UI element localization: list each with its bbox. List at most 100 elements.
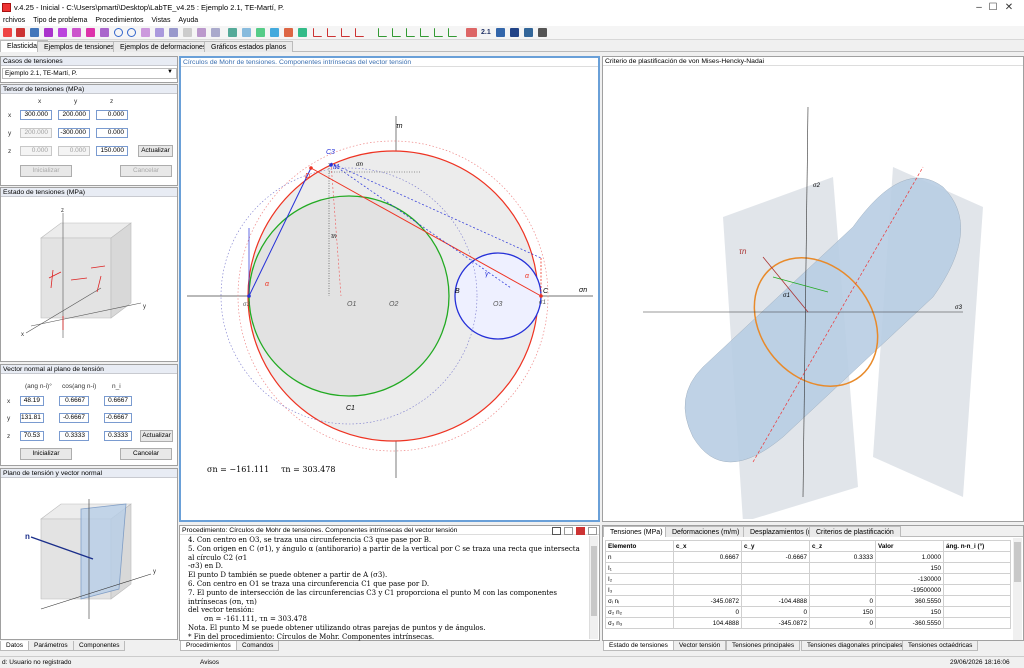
tab-deformaciones[interactable]: Deformaciones (m/m) — [665, 526, 747, 537]
stress-cube-view[interactable]: z x y — [1, 198, 177, 361]
tool-icon[interactable] — [496, 28, 505, 37]
tool-icon[interactable] — [86, 28, 95, 37]
tool-icon[interactable] — [114, 28, 123, 37]
chart-icon[interactable] — [448, 28, 457, 37]
grid-icon[interactable] — [466, 28, 477, 37]
tab-ejemplos-tensiones[interactable]: Ejemplos de tensiones — [37, 41, 122, 52]
chart-icon[interactable] — [406, 28, 415, 37]
tool-icon[interactable] — [16, 28, 25, 37]
von-mises-panel: Criterio de plastificación de von Mises-… — [602, 56, 1024, 522]
tool-icon[interactable] — [72, 28, 81, 37]
menu-tipo-problema[interactable]: Tipo de problema — [30, 16, 90, 26]
procedure-prev-icon[interactable] — [564, 527, 573, 535]
table-row[interactable]: I₂ -130000 — [605, 573, 1011, 585]
tab-tensiones[interactable]: Tensiones (MPa) — [603, 526, 670, 537]
procedure-nav-icon[interactable] — [552, 527, 561, 535]
chart-icon[interactable] — [420, 28, 429, 37]
tensor-zz-field[interactable]: 150.000 — [96, 146, 128, 156]
mohr-circles-plot[interactable]: σn τn σ3 σ1 O1 O2 O3 B C C3 C1 D M α α γ… — [181, 68, 598, 520]
plane-3d-view[interactable]: n y — [1, 479, 177, 639]
tab-comandos[interactable]: Comandos — [236, 641, 280, 651]
menu-procedimientos[interactable]: Procedimientos — [92, 16, 146, 26]
tool-icon[interactable] — [242, 28, 251, 37]
angle-x-field[interactable]: 48.19 — [20, 396, 44, 406]
chart-icon[interactable] — [378, 28, 387, 37]
chart-icon[interactable] — [313, 28, 322, 37]
table-row[interactable]: n 0.6667 -0.6667 0.3333 1.0000 — [605, 551, 1011, 563]
tool-icon[interactable] — [284, 28, 293, 37]
tab-datos[interactable]: Datos — [0, 641, 29, 651]
zoom-label[interactable]: 2.1 — [481, 29, 491, 36]
tab-criterios[interactable]: Criterios de plastificación — [809, 526, 901, 537]
n-z-field[interactable]: 0.3333 — [104, 431, 132, 441]
tool-icon[interactable] — [510, 28, 519, 37]
tab-parametros[interactable]: Parámetros — [28, 641, 74, 651]
tool-icon[interactable] — [141, 28, 150, 37]
tool-icon[interactable] — [58, 28, 67, 37]
cancel-button[interactable]: Cancelar — [120, 165, 172, 177]
angle-y-field[interactable]: 131.81 — [20, 413, 44, 423]
tool-icon[interactable] — [211, 28, 220, 37]
tool-icon[interactable] — [155, 28, 164, 37]
n-y-field[interactable]: -0.6667 — [104, 413, 132, 423]
chart-icon[interactable] — [392, 28, 401, 37]
tab-tensiones-octaedricas[interactable]: Tensiones octaédricas — [902, 641, 979, 651]
tool-icon[interactable] — [169, 28, 178, 37]
tool-icon[interactable] — [538, 28, 547, 37]
table-row[interactable]: I₃ -19500000 — [605, 584, 1011, 596]
tensor-xx-field[interactable]: 300.000 — [20, 110, 52, 120]
tab-estado-tensiones[interactable]: Estado de tensiones — [603, 641, 674, 651]
cancel-normal-button[interactable]: Cancelar — [120, 448, 172, 460]
table-row[interactable]: I₁ 150 — [605, 562, 1011, 574]
tool-icon[interactable] — [524, 28, 533, 37]
chart-icon[interactable] — [327, 28, 336, 37]
tab-graficos[interactable]: Gráficos estados planos — [204, 41, 294, 52]
tool-icon[interactable] — [298, 28, 307, 37]
angle-z-field[interactable]: 70.53 — [20, 431, 44, 441]
tensor-xz-field[interactable]: 0.000 — [96, 110, 128, 120]
table-row[interactable]: σ₃ n₃ 104.4888 -345.0872 0 -360.5550 — [605, 617, 1011, 629]
tab-tensiones-principales[interactable]: Tensiones principales — [726, 641, 801, 651]
procedure-scrollbar[interactable] — [589, 536, 598, 639]
close-icon[interactable]: ✕ — [994, 0, 1024, 16]
cases-select[interactable]: Ejemplo 2.1, TE-Martí, P. ▼ — [2, 68, 177, 79]
tensor-xy-field[interactable]: 200.000 — [58, 110, 90, 120]
tool-icon[interactable] — [44, 28, 53, 37]
tensor-yy-field[interactable]: -300.000 — [58, 128, 90, 138]
tool-icon[interactable] — [30, 28, 39, 37]
tab-vector-tension[interactable]: Vector tensión — [673, 641, 727, 651]
menu-archivos[interactable]: rchivos — [0, 16, 28, 26]
menu-vistas[interactable]: Vistas — [149, 16, 174, 26]
results-scrollbar[interactable] — [1013, 538, 1022, 640]
tool-icon[interactable] — [3, 28, 12, 37]
cos-z-field[interactable]: 0.3333 — [59, 431, 89, 441]
tool-icon[interactable] — [183, 28, 192, 37]
tab-procedimientos[interactable]: Procedimientos — [180, 641, 237, 651]
chart-icon[interactable] — [434, 28, 443, 37]
init-button[interactable]: Inicializar — [20, 165, 72, 177]
table-row[interactable]: σ₂ n₂ 0 0 150 150 — [605, 606, 1011, 618]
cos-x-field[interactable]: 0.6667 — [59, 396, 89, 406]
tool-icon[interactable] — [270, 28, 279, 37]
von-mises-3d-view[interactable]: σ2 σ3 σ1 τn — [603, 67, 1023, 519]
procedure-next-icon[interactable] — [588, 527, 597, 535]
tool-icon[interactable] — [127, 28, 136, 37]
table-row[interactable]: σᵢ nᵢ -345.0872 -104.4888 0 360.5550 — [605, 595, 1011, 607]
tool-icon[interactable] — [228, 28, 237, 37]
tool-icon[interactable] — [100, 28, 109, 37]
tool-icon[interactable] — [256, 28, 265, 37]
init-normal-button[interactable]: Inicializar — [20, 448, 72, 460]
tensor-yz-field[interactable]: 0.000 — [96, 128, 128, 138]
tab-ejemplos-deformaciones[interactable]: Ejemplos de deformaciones — [113, 41, 214, 52]
chart-icon[interactable] — [341, 28, 350, 37]
procedure-stop-icon[interactable] — [576, 527, 585, 535]
menu-ayuda[interactable]: Ayuda — [175, 16, 201, 26]
chart-icon[interactable] — [355, 28, 364, 37]
update-button[interactable]: Actualizar — [138, 145, 173, 157]
tab-componentes[interactable]: Componentes — [73, 641, 126, 651]
tab-tensiones-diagonales[interactable]: Tensiones diagonales principales — [801, 641, 909, 651]
update-normal-button[interactable]: Actualizar — [140, 430, 173, 442]
cos-y-field[interactable]: -0.6667 — [59, 413, 89, 423]
n-x-field[interactable]: 0.6667 — [104, 396, 132, 406]
tool-icon[interactable] — [197, 28, 206, 37]
